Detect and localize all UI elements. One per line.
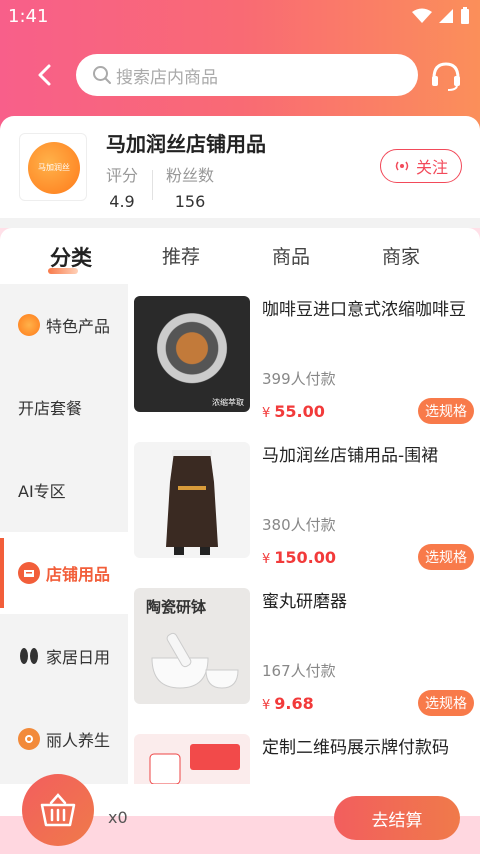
product-price: ¥9.68 [262, 694, 314, 713]
product-image-qr-stand[interactable] [134, 734, 250, 784]
select-spec-button[interactable]: 选规格 [418, 544, 474, 570]
sidebar-item-label: 丽人养生 [46, 731, 111, 750]
product-item[interactable]: 马加润丝店铺用品-围裙 380人付款 ¥150.00 选规格 [128, 430, 480, 576]
currency-symbol: ¥ [262, 406, 271, 421]
price-value: 55.00 [274, 402, 325, 421]
product-sold: 380人付款 [262, 516, 336, 534]
sidebar-item-beauty[interactable]: 丽人养生 [0, 698, 128, 780]
search-input[interactable]: 搜索店内商品 [76, 54, 418, 96]
sidebar-item-home-goods[interactable]: 家居日用 [0, 615, 128, 697]
status-time: 1:41 [8, 6, 49, 27]
sidebar-item-store-supplies[interactable]: 店铺用品 [0, 532, 128, 614]
search-placeholder: 搜索店内商品 [116, 67, 218, 88]
sidebar-item-label: AI专区 [18, 482, 66, 501]
status-icons [412, 7, 470, 25]
product-list: 浓缩萃取 咖啡豆进口意式浓缩咖啡豆 399人付款 ¥55.00 选规格 马加润丝… [128, 284, 480, 784]
select-spec-button[interactable]: 选规格 [418, 398, 474, 424]
active-tab-indicator [48, 268, 78, 274]
checkout-button[interactable]: 去结算 [334, 796, 460, 840]
product-title[interactable]: 马加润丝店铺用品-围裙 [262, 444, 474, 468]
sidebar-item-label: 店铺用品 [46, 565, 111, 584]
category-sidebar: 特色产品 开店套餐 AI专区 店铺用品 家居日用 丽人养生 [0, 284, 128, 784]
product-item[interactable]: 浓缩萃取 咖啡豆进口意式浓缩咖啡豆 399人付款 ¥55.00 选规格 [128, 284, 480, 430]
store-box-icon [18, 562, 40, 584]
wifi-icon [412, 8, 432, 23]
price-value: 150.00 [274, 548, 337, 567]
cart-count: x0 [108, 808, 128, 827]
sidebar-item-featured[interactable]: 特色产品 [0, 284, 128, 366]
section-gap [0, 218, 480, 228]
follow-button[interactable]: 关注 [380, 149, 462, 183]
follow-label: 关注 [415, 158, 448, 177]
mortar-illustration [151, 632, 239, 689]
fans-stat: 粉丝数 156 [166, 162, 214, 211]
product-image-apron[interactable] [134, 442, 250, 558]
customer-service-icon[interactable] [428, 58, 464, 94]
sidebar-item-ai-zone[interactable]: AI专区 [0, 449, 128, 531]
back-arrow-icon[interactable] [30, 60, 60, 90]
shopping-basket-icon [40, 793, 76, 827]
tab-recommend[interactable]: 推荐 [162, 242, 200, 269]
signal-icon [439, 9, 453, 23]
product-price: ¥55.00 [262, 402, 325, 421]
select-spec-button[interactable]: 选规格 [418, 690, 474, 716]
product-image-coffee[interactable]: 浓缩萃取 [134, 296, 250, 412]
rating-stat: 评分 4.9 [106, 162, 138, 211]
fans-value: 156 [174, 192, 206, 211]
product-sold: 167人付款 [262, 662, 336, 680]
product-item[interactable]: 定制二维码展示牌付款码 [128, 722, 480, 784]
sidebar-item-label: 家居日用 [46, 648, 111, 667]
apron-illustration [166, 450, 218, 555]
beauty-icon [18, 728, 40, 750]
slippers-icon [20, 648, 38, 664]
product-sold: 399人付款 [262, 370, 336, 388]
currency-symbol: ¥ [262, 552, 271, 567]
image-caption: 浓缩萃取 [212, 398, 244, 407]
store-name: 马加润丝店铺用品 [106, 132, 266, 156]
qr-stand-illustration [149, 744, 240, 784]
sidebar-item-label: 特色产品 [46, 317, 111, 336]
tab-products[interactable]: 商品 [272, 242, 310, 269]
rating-label: 评分 [106, 166, 139, 185]
store-logo: 马加润丝 [19, 133, 87, 201]
battery-icon [461, 7, 469, 24]
product-price: ¥150.00 [262, 548, 336, 567]
product-image-mortar[interactable]: 陶瓷研钵 [134, 588, 250, 704]
orange-badge-icon [18, 314, 40, 336]
product-item[interactable]: 陶瓷研钵 蜜丸研磨器 167人付款 ¥9.68 选规格 [128, 576, 480, 722]
fans-label: 粉丝数 [166, 166, 215, 185]
store-logo-badge: 马加润丝 [28, 142, 80, 194]
sidebar-item-label: 开店套餐 [18, 399, 83, 418]
tab-merchant[interactable]: 商家 [382, 242, 420, 269]
currency-symbol: ¥ [262, 698, 271, 713]
product-title[interactable]: 咖啡豆进口意式浓缩咖啡豆 [262, 298, 474, 322]
stat-divider [152, 170, 153, 200]
product-title[interactable]: 定制二维码展示牌付款码 [262, 736, 474, 760]
broadcast-icon [395, 161, 409, 171]
search-icon [93, 66, 111, 84]
category-tabs: 分类 推荐 商品 商家 [0, 228, 480, 284]
sidebar-item-starter-pack[interactable]: 开店套餐 [0, 366, 128, 448]
product-title[interactable]: 蜜丸研磨器 [262, 590, 474, 614]
price-value: 9.68 [274, 694, 314, 713]
rating-value: 4.9 [109, 192, 135, 211]
cart-button[interactable] [22, 774, 94, 846]
status-bar: 1:41 [0, 0, 480, 34]
